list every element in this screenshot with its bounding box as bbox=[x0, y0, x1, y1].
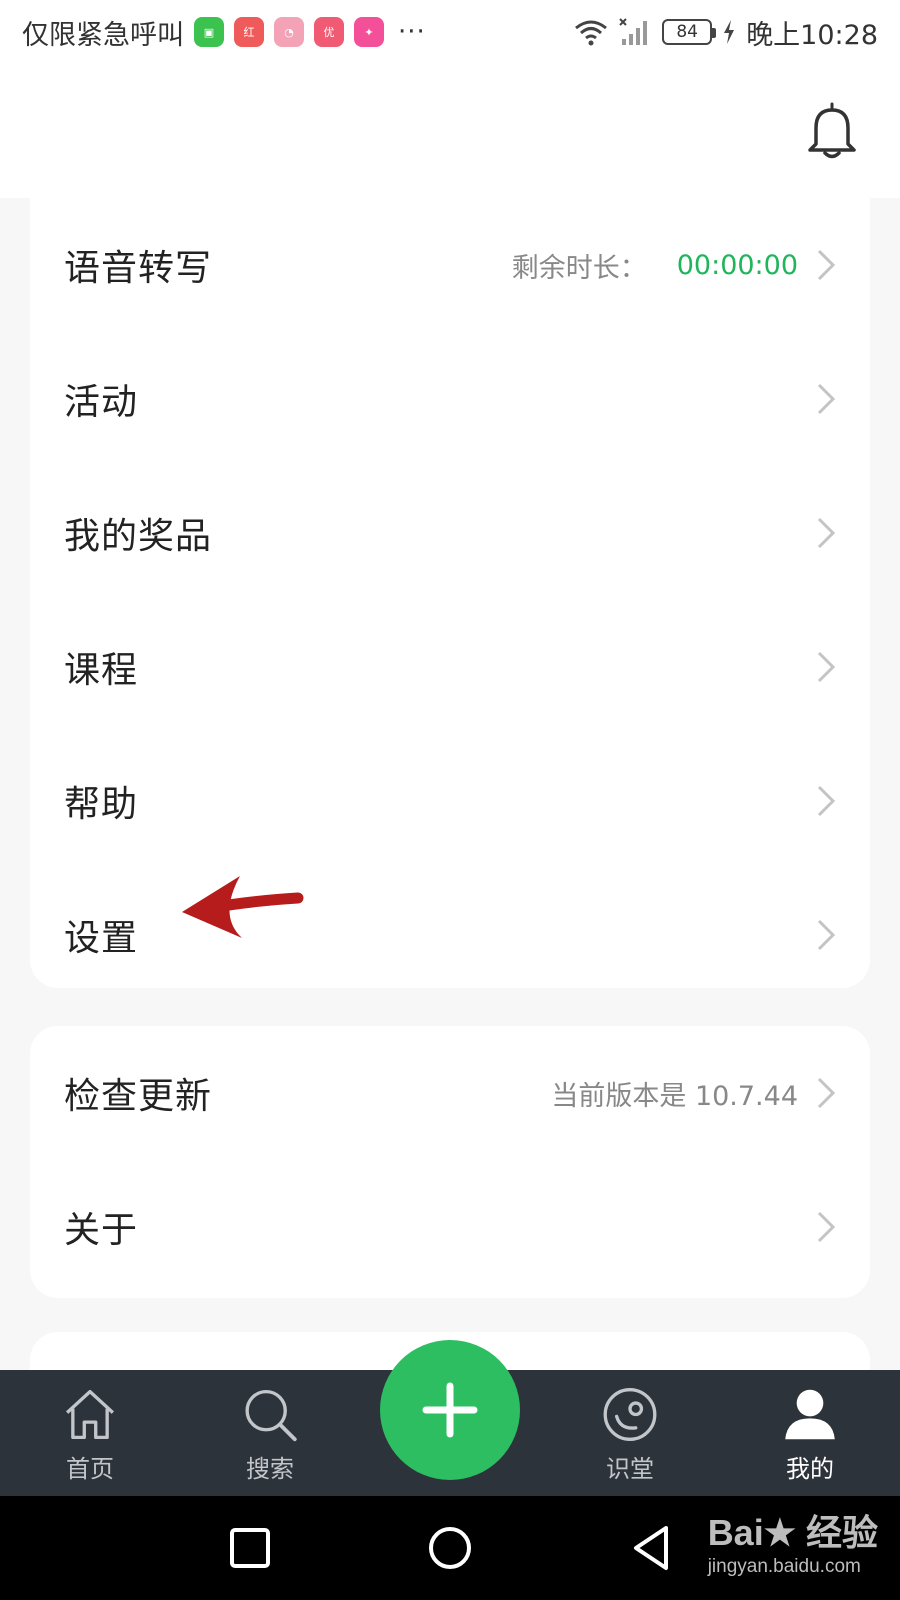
wifi-icon bbox=[575, 20, 608, 46]
nav-tab-label: 我的 bbox=[786, 1455, 834, 1483]
no-signal-icon bbox=[619, 18, 648, 45]
menu-row-right bbox=[816, 516, 836, 550]
chevron-right-icon bbox=[817, 249, 836, 281]
nav-tab-search[interactable]: 搜索 bbox=[210, 1384, 330, 1484]
chevron-right-icon bbox=[817, 517, 836, 549]
nav-tab-mine[interactable]: 我的 bbox=[750, 1384, 870, 1484]
menu-row-right: 剩余时长： 00:00:00 bbox=[512, 246, 836, 285]
nav-tab-shitang[interactable]: 识堂 bbox=[570, 1384, 690, 1484]
shitang-icon bbox=[603, 1388, 657, 1441]
menu-row-label: 检查更新 bbox=[64, 1076, 213, 1117]
status-right: 84 晚上10:28 bbox=[574, 13, 878, 52]
chevron-right-icon bbox=[817, 1211, 836, 1243]
settings-menu-card: 语音转写 剩余时长： 00:00:00 活动 我的奖品 课程 帮助 设置 bbox=[30, 198, 870, 988]
home-icon bbox=[65, 1389, 115, 1440]
chevron-right-icon bbox=[817, 785, 836, 817]
top-header bbox=[0, 64, 900, 198]
menu-row-label: 帮助 bbox=[64, 784, 139, 825]
battery-indicator: 84 bbox=[662, 19, 717, 45]
recents-icon[interactable] bbox=[228, 1526, 272, 1570]
current-version-text: 当前版本是 10.7.44 bbox=[551, 1080, 798, 1112]
status-bar: 仅限紧急呼叫 ▣ 红 ◔ 优 ✦ ··· 84 晚上10:28 bbox=[0, 0, 900, 64]
menu-row-help[interactable]: 帮助 bbox=[30, 734, 870, 868]
chevron-right-icon bbox=[817, 1077, 836, 1109]
bell-icon[interactable] bbox=[804, 100, 860, 160]
more-notifications-icon: ··· bbox=[398, 17, 426, 47]
menu-row-settings[interactable]: 设置 bbox=[30, 868, 870, 1002]
chevron-right-icon bbox=[817, 383, 836, 415]
carrier-text: 仅限紧急呼叫 bbox=[22, 19, 184, 51]
nav-tab-home[interactable]: 首页 bbox=[30, 1384, 150, 1484]
remaining-time-label: 剩余时长： bbox=[511, 252, 647, 284]
charging-icon bbox=[724, 20, 735, 44]
about-menu-card: 检查更新 当前版本是 10.7.44 关于 bbox=[30, 1026, 870, 1298]
baidu-watermark: Bai★ 经验 jingyan.baidu.com bbox=[708, 1504, 878, 1578]
menu-row-label: 活动 bbox=[64, 382, 139, 423]
youpin-app-icon: 优 bbox=[314, 17, 344, 47]
chevron-right-icon bbox=[817, 651, 836, 683]
annotation-arrow-icon bbox=[182, 876, 304, 938]
menu-row-courses[interactable]: 课程 bbox=[30, 600, 870, 734]
menu-row-right: 当前版本是 10.7.44 bbox=[551, 1074, 836, 1113]
hongbu-app-icon: 红 bbox=[234, 17, 264, 47]
menu-row-label: 设置 bbox=[64, 918, 139, 959]
back-icon[interactable] bbox=[630, 1524, 672, 1572]
menu-row-voice-transcription[interactable]: 语音转写 剩余时长： 00:00:00 bbox=[30, 198, 870, 332]
remaining-time-value: 00:00:00 bbox=[676, 249, 798, 281]
menu-row-check-update[interactable]: 检查更新 当前版本是 10.7.44 bbox=[30, 1026, 870, 1160]
promo-app-icon: ✦ bbox=[354, 17, 384, 47]
plus-icon bbox=[422, 1382, 478, 1438]
menu-row-right bbox=[816, 784, 836, 818]
menu-row-right bbox=[816, 382, 836, 416]
menu-row-label: 语音转写 bbox=[64, 248, 213, 289]
menu-row-label: 关于 bbox=[64, 1210, 139, 1251]
watermark-brand: Bai★ 经验 bbox=[707, 1512, 878, 1553]
nav-tab-label: 首页 bbox=[66, 1455, 114, 1483]
chevron-right-icon bbox=[817, 919, 836, 951]
status-left: 仅限紧急呼叫 ▣ 红 ◔ 优 ✦ ··· bbox=[22, 13, 426, 52]
menu-row-label: 课程 bbox=[64, 650, 139, 691]
menu-row-activities[interactable]: 活动 bbox=[30, 332, 870, 466]
watermark-url: jingyan.baidu.com bbox=[707, 1556, 861, 1577]
reader-app-icon: ▣ bbox=[194, 17, 224, 47]
add-button[interactable] bbox=[380, 1340, 520, 1480]
home-circle-icon[interactable] bbox=[426, 1524, 474, 1572]
cartoon-app-icon: ◔ bbox=[274, 17, 304, 47]
menu-row-label: 我的奖品 bbox=[64, 516, 213, 557]
menu-row-right bbox=[816, 1210, 836, 1244]
nav-tab-label: 搜索 bbox=[246, 1455, 294, 1483]
search-icon bbox=[245, 1389, 297, 1442]
menu-row-right bbox=[816, 650, 836, 684]
nav-tab-label: 识堂 bbox=[606, 1455, 654, 1483]
user-icon bbox=[785, 1389, 835, 1440]
system-nav-bar: Bai★ 经验 jingyan.baidu.com bbox=[0, 1496, 900, 1600]
clock-time: 晚上10:28 bbox=[746, 19, 878, 51]
menu-row-right bbox=[816, 918, 836, 952]
menu-row-my-prizes[interactable]: 我的奖品 bbox=[30, 466, 870, 600]
menu-row-about[interactable]: 关于 bbox=[30, 1160, 870, 1294]
